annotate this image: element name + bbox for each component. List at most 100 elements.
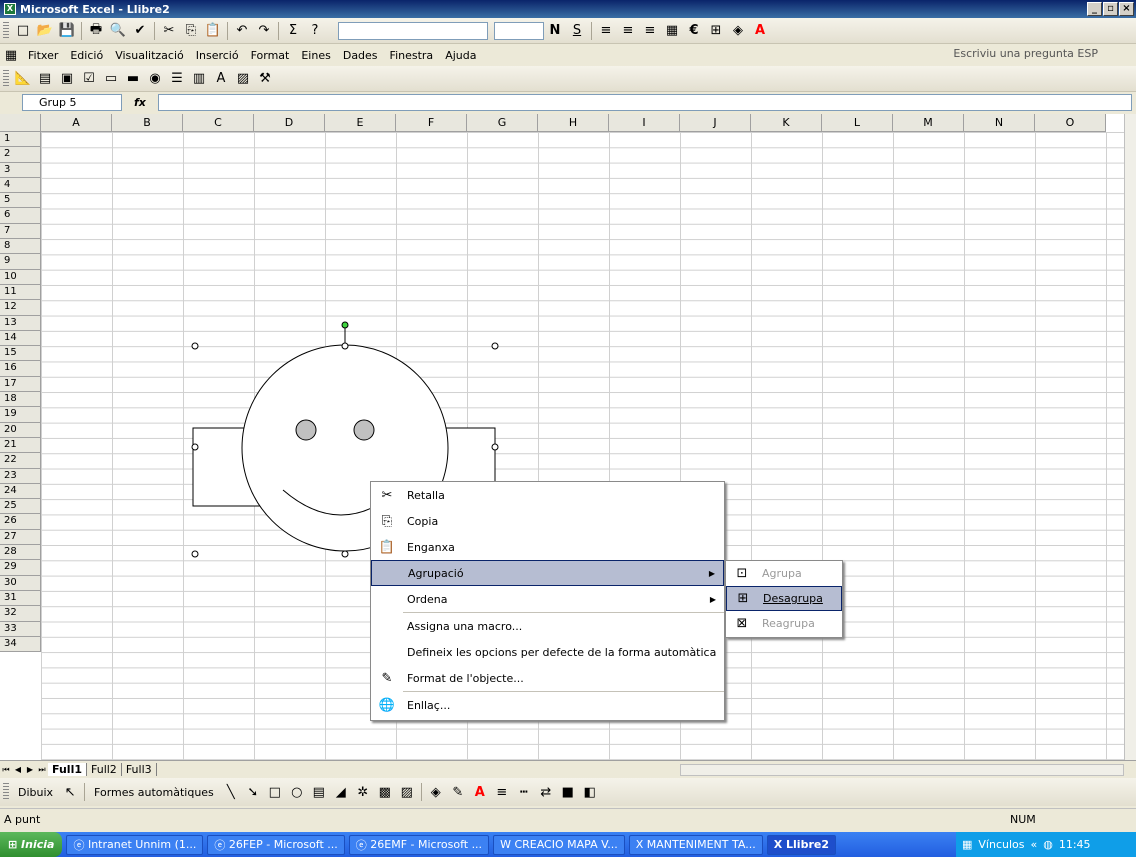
line-color-icon[interactable]: ✎	[448, 782, 468, 802]
row-header-25[interactable]: 25	[0, 499, 41, 515]
submenu-item-desagrupa[interactable]: ⊞ Desagrupa	[726, 586, 842, 611]
rectangle-icon[interactable]: □	[265, 782, 285, 802]
sheet-tab-full1[interactable]: Full1	[48, 763, 87, 776]
arrow-style-icon[interactable]: ⇄	[536, 782, 556, 802]
close-button[interactable]: ×	[1119, 2, 1134, 16]
menu-fitxer[interactable]: Fitxer	[22, 49, 64, 62]
taskbar-item[interactable]: ⓔ 26EMF - Microsoft ...	[348, 834, 490, 855]
vertical-scrollbar[interactable]	[1124, 114, 1136, 760]
radio-control-icon[interactable]: ◉	[145, 69, 165, 89]
row-header-1[interactable]: 1	[0, 132, 41, 148]
combobox-control-icon[interactable]: ▥	[189, 69, 209, 89]
align-left-icon[interactable]: ≡	[596, 21, 616, 41]
col-header-l[interactable]: L	[822, 114, 893, 132]
resize-handle[interactable]	[191, 550, 199, 558]
view-code-icon[interactable]: ▣	[57, 69, 77, 89]
start-button[interactable]: ⊞ Inicia	[0, 832, 63, 857]
row-header-20[interactable]: 20	[0, 422, 41, 438]
row-header-3[interactable]: 3	[0, 162, 41, 178]
resize-handle[interactable]	[191, 342, 199, 350]
last-sheet-arrow-icon[interactable]: ⏭	[36, 765, 48, 775]
row-header-28[interactable]: 28	[0, 545, 41, 561]
checkbox-control-icon[interactable]: ☑	[79, 69, 99, 89]
taskbar-item[interactable]: ⓔ 26FEP - Microsoft ...	[207, 834, 345, 855]
col-header-k[interactable]: K	[751, 114, 822, 132]
merge-icon[interactable]: ▦	[662, 21, 682, 41]
paste-icon[interactable]: 📋	[203, 21, 223, 41]
row-header-30[interactable]: 30	[0, 575, 41, 591]
row-header-18[interactable]: 18	[0, 392, 41, 408]
row-header-4[interactable]: 4	[0, 177, 41, 194]
col-header-f[interactable]: F	[396, 114, 467, 132]
line-icon[interactable]: ╲	[221, 782, 241, 802]
menu-dades[interactable]: Dades	[337, 49, 384, 62]
col-header-n[interactable]: N	[964, 114, 1035, 132]
row-header-16[interactable]: 16	[0, 361, 41, 377]
horizontal-scrollbar[interactable]	[680, 764, 1124, 776]
network-icon[interactable]: ◍	[1043, 838, 1053, 851]
tray-links-label[interactable]: Vínculos	[978, 838, 1024, 851]
font-color-icon[interactable]: A	[470, 782, 490, 802]
cut-icon[interactable]: ✂	[159, 21, 179, 41]
maximize-button[interactable]: ▫	[1103, 2, 1118, 16]
row-header-5[interactable]: 5	[0, 193, 41, 209]
oval-icon[interactable]: ○	[287, 782, 307, 802]
euro-button[interactable]: €	[684, 21, 704, 41]
new-icon[interactable]: □	[13, 21, 33, 41]
bold-button[interactable]: N	[545, 21, 565, 41]
font-size-dropdown[interactable]	[494, 21, 544, 40]
clipart-icon[interactable]: ▩	[375, 782, 395, 802]
row-header-23[interactable]: 23	[0, 468, 41, 484]
help-search-box[interactable]: Escriviu una pregunta ESP	[953, 47, 1098, 60]
row-header-27[interactable]: 27	[0, 529, 41, 546]
row-header-12[interactable]: 12	[0, 300, 41, 316]
menu-item-enllac[interactable]: 🌐 Enllaç...	[371, 692, 724, 718]
diagram-icon[interactable]: ✲	[353, 782, 373, 802]
row-header-10[interactable]: 10	[0, 269, 41, 285]
resize-handle[interactable]	[191, 443, 199, 451]
row-header-26[interactable]: 26	[0, 514, 41, 530]
taskbar-item[interactable]: X MANTENIMENT TA...	[628, 834, 763, 855]
resize-handle[interactable]	[341, 550, 349, 558]
submenu-item-agrupa[interactable]: ⊡ Agrupa	[726, 561, 842, 586]
help-icon[interactable]: ?	[305, 21, 325, 41]
picture-icon[interactable]: ▨	[397, 782, 417, 802]
col-header-c[interactable]: C	[183, 114, 254, 132]
row-header-8[interactable]: 8	[0, 239, 41, 255]
font-color-icon[interactable]: A	[750, 21, 770, 41]
tray-expand-icon[interactable]: «	[1031, 838, 1038, 851]
properties-icon[interactable]: ▤	[35, 69, 55, 89]
font-dropdown[interactable]	[338, 21, 488, 40]
row-header-31[interactable]: 31	[0, 590, 41, 607]
label-control-icon[interactable]: A	[211, 69, 231, 89]
menu-format[interactable]: Format	[245, 49, 296, 62]
row-header-15[interactable]: 15	[0, 346, 41, 362]
image-control-icon[interactable]: ▨	[233, 69, 253, 89]
row-header-22[interactable]: 22	[0, 453, 41, 469]
design-mode-icon[interactable]: 📐	[13, 69, 33, 89]
autoshapes-menu[interactable]: Formes automàtiques	[88, 786, 220, 799]
menu-finestra[interactable]: Finestra	[384, 49, 440, 62]
rotate-handle[interactable]	[341, 321, 349, 329]
toolbar-grip[interactable]	[3, 21, 9, 40]
spelling-icon[interactable]: ✔	[130, 21, 150, 41]
next-sheet-arrow-icon[interactable]: ▶	[24, 765, 36, 774]
col-header-b[interactable]: B	[112, 114, 183, 132]
row-header-11[interactable]: 11	[0, 284, 41, 301]
taskbar-item[interactable]: W CREACIO MAPA V...	[493, 834, 625, 855]
row-header-14[interactable]: 14	[0, 330, 41, 347]
save-icon[interactable]: 💾	[57, 21, 77, 41]
menu-item-retalla[interactable]: ✂ Retalla	[371, 482, 724, 508]
underline-button[interactable]: S	[567, 21, 587, 41]
row-header-9[interactable]: 9	[0, 254, 41, 270]
row-header-34[interactable]: 34	[0, 636, 41, 653]
sheet-tab-full2[interactable]: Full2	[87, 763, 122, 776]
arrow-icon[interactable]: ➘	[243, 782, 263, 802]
resize-handle[interactable]	[491, 342, 499, 350]
align-center-icon[interactable]: ≡	[618, 21, 638, 41]
row-header-32[interactable]: 32	[0, 606, 41, 622]
col-header-m[interactable]: M	[893, 114, 964, 132]
sum-icon[interactable]: Σ	[283, 21, 303, 41]
sheet-tab-full3[interactable]: Full3	[122, 763, 157, 776]
more-controls-icon[interactable]: ⚒	[255, 69, 275, 89]
